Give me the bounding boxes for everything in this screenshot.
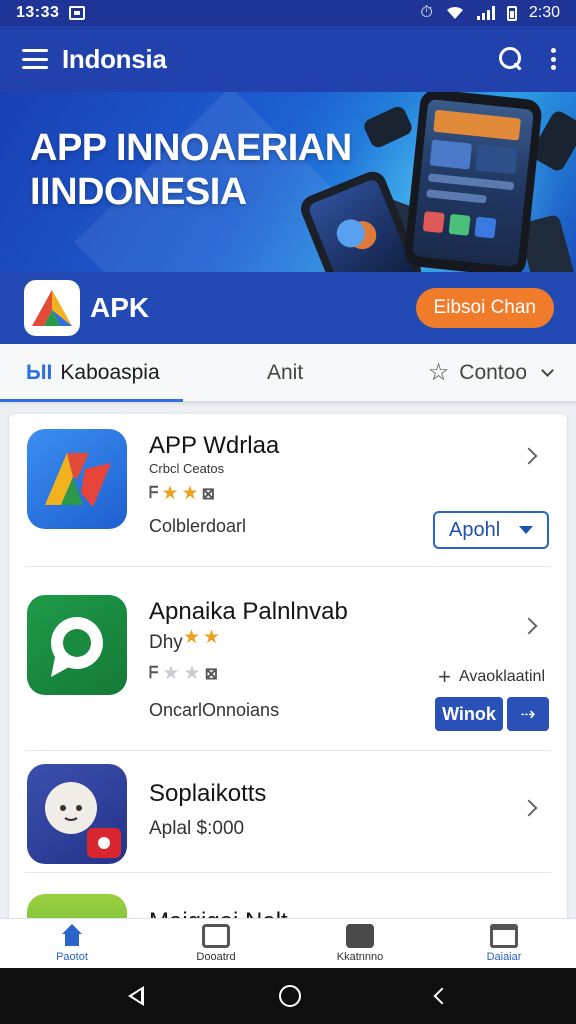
menu-icon[interactable] bbox=[22, 49, 48, 69]
tabs-icon bbox=[490, 924, 518, 948]
app-name: APP Wdrlaa bbox=[149, 432, 280, 459]
app-info: OncarlOnnoians bbox=[149, 700, 280, 720]
tab-anit[interactable]: Anit bbox=[267, 344, 303, 402]
home-button-icon[interactable] bbox=[278, 985, 301, 1007]
banner-line-1: APP INNOAERIAN bbox=[30, 127, 352, 169]
star-icon: ★ bbox=[183, 663, 201, 684]
app-bar: Indonsia bbox=[0, 26, 576, 92]
apk-action-button[interactable]: Eibsoi Chan bbox=[415, 288, 554, 328]
app-icon bbox=[27, 764, 127, 864]
star-icon: ★ bbox=[183, 627, 201, 648]
app-title: Indonsia bbox=[62, 43, 167, 74]
tab-label: Anit bbox=[267, 360, 304, 384]
wifi-icon bbox=[446, 6, 463, 19]
app-action-button[interactable]: Winok bbox=[435, 697, 503, 731]
bottom-nav: Paotot Dooatrd Kkatnnno Daiaiar bbox=[0, 918, 576, 968]
nav-item-dooatrd[interactable]: Dooatrd bbox=[144, 919, 288, 968]
alarm-icon: ⏱ bbox=[420, 4, 433, 21]
divider bbox=[25, 872, 551, 873]
app-list: APP Wdrlaa Crbcl Ceatos ᖴ ★ ★ ⊠ Colblerd… bbox=[9, 414, 567, 974]
status-bar: 13:33 ⏱ 2:30 bbox=[0, 0, 576, 26]
nav-label: Dooatrd bbox=[196, 951, 236, 963]
app-subtitle: Dhy bbox=[149, 632, 183, 653]
rating: ★ ★ bbox=[183, 626, 220, 649]
grid-icon bbox=[346, 924, 374, 948]
more-vert-icon[interactable] bbox=[550, 48, 556, 70]
chevron-right-icon[interactable] bbox=[520, 447, 538, 465]
status-right-text: 2:30 bbox=[528, 4, 560, 21]
tab-badge: ЫI bbox=[26, 360, 53, 384]
plus-icon: + bbox=[438, 664, 452, 689]
updates-icon bbox=[202, 924, 230, 948]
app-name: Apnaika Palnlnvab bbox=[149, 598, 348, 625]
badge-icon: ⊠ bbox=[201, 485, 215, 503]
chevron-right-icon[interactable] bbox=[520, 799, 538, 817]
star-icon: ★ bbox=[181, 483, 199, 504]
star-icon: ☆ bbox=[427, 359, 450, 386]
rating: ᖴ ★ ★ ⊠ bbox=[149, 482, 215, 505]
status-time: 13:33 bbox=[16, 4, 60, 21]
search-icon[interactable] bbox=[498, 46, 524, 72]
phone-image bbox=[403, 92, 543, 272]
add-link[interactable]: + Avaoklaatinl bbox=[438, 664, 545, 690]
share-icon: ⇢ bbox=[520, 703, 536, 724]
star-icon: ★ bbox=[162, 663, 180, 684]
back-icon[interactable] bbox=[127, 986, 144, 1006]
nav-label: Daiaiar bbox=[486, 951, 522, 963]
system-nav-bar bbox=[0, 968, 576, 1024]
star-icon: ★ bbox=[161, 483, 179, 504]
apk-strip: APK Eibsoi Chan bbox=[0, 272, 576, 344]
app-subtitle: Aplal $:000 bbox=[149, 818, 245, 839]
tab-kaboaspia[interactable]: ЫI Kaboaspia bbox=[0, 344, 183, 402]
notification-icon bbox=[69, 6, 86, 20]
signal-icon bbox=[476, 6, 495, 20]
divider bbox=[25, 566, 551, 567]
apk-logo-icon bbox=[24, 280, 80, 336]
battery-icon bbox=[506, 5, 517, 21]
rating-secondary: ᖴ ★ ★ ⊠ bbox=[149, 662, 218, 685]
divider bbox=[25, 750, 551, 751]
promo-banner[interactable]: APP INNOAERIAN IINDONESIA bbox=[0, 92, 576, 272]
app-icon bbox=[27, 595, 127, 695]
share-button[interactable]: ⇢ bbox=[507, 697, 549, 731]
badge-icon: ⊠ bbox=[204, 665, 218, 683]
nav-item-paotot[interactable]: Paotot bbox=[0, 919, 144, 968]
list-item[interactable]: Apnaika Palnlnvab Dhy ★ ★ ᖴ ★ ★ ⊠ Oncarl… bbox=[9, 582, 567, 750]
info-icon: ᖴ bbox=[149, 484, 159, 502]
home-icon bbox=[58, 924, 86, 948]
list-item[interactable]: APP Wdrlaa Crbcl Ceatos ᖴ ★ ★ ⊠ Colblerd… bbox=[9, 414, 567, 566]
app-action-button[interactable]: Apohl bbox=[433, 511, 549, 549]
list-item[interactable]: Soplaikotts Aplal $:000 bbox=[9, 752, 567, 872]
nav-item-kkatnnno[interactable]: Kkatnnno bbox=[288, 919, 432, 968]
tab-label: Contoo bbox=[459, 360, 527, 384]
star-icon: ★ bbox=[203, 627, 221, 648]
nav-item-daiaiar[interactable]: Daiaiar bbox=[432, 919, 576, 968]
back-chevron-icon[interactable] bbox=[433, 987, 451, 1005]
nav-label: Kkatnnno bbox=[336, 951, 384, 963]
tab-label: Kaboaspia bbox=[60, 360, 160, 384]
chevron-right-icon[interactable] bbox=[520, 617, 538, 635]
tab-bar: ЫI Kaboaspia Anit ☆ Contoo bbox=[0, 344, 576, 402]
chevron-down-icon bbox=[541, 363, 554, 377]
tab-contoo[interactable]: ☆ Contoo bbox=[428, 344, 576, 402]
info-icon: ᖴ bbox=[149, 664, 159, 682]
add-link-label: Avaoklaatinl bbox=[459, 668, 545, 685]
app-subtitle: Crbcl Ceatos bbox=[149, 461, 225, 476]
app-name: Soplaikotts bbox=[149, 780, 267, 807]
dropdown-icon bbox=[519, 526, 533, 534]
nav-label: Paotot bbox=[56, 951, 88, 963]
app-action-label: Apohl bbox=[449, 518, 501, 541]
app-icon bbox=[27, 429, 127, 529]
app-info: Colblerdoarl bbox=[149, 516, 247, 536]
apk-label: APK bbox=[90, 292, 150, 323]
